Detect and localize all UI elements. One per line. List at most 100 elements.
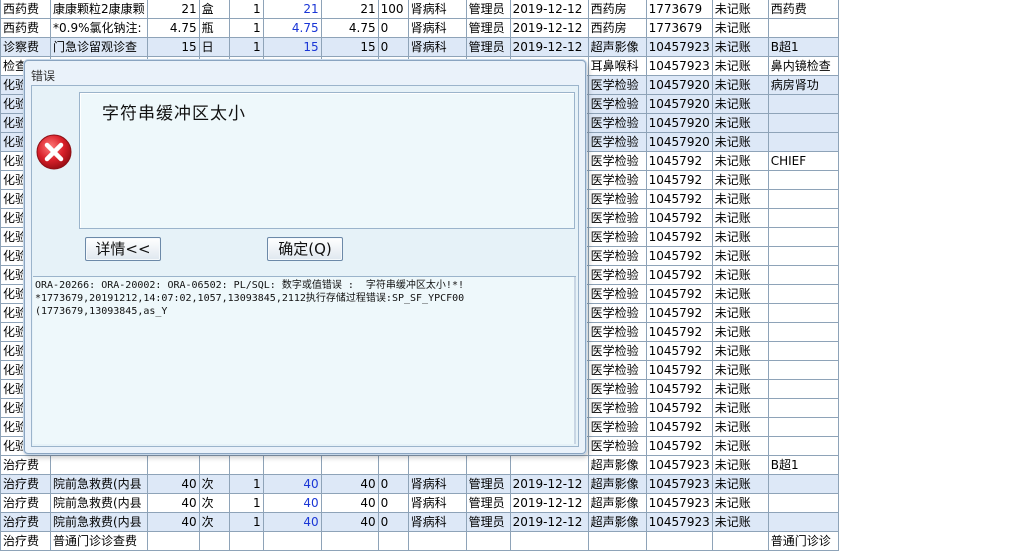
cell-status[interactable]: 未记账	[711, 360, 769, 380]
cell-code[interactable]: 10457923	[645, 37, 713, 57]
cell-exec[interactable]: 医学检验	[587, 322, 647, 342]
cell-date[interactable]: 2019-12-12	[509, 0, 589, 19]
cell-n[interactable]: 1	[228, 18, 264, 38]
cell-note[interactable]	[767, 303, 839, 323]
cell-code[interactable]: 1045792	[645, 284, 713, 304]
cell-status[interactable]: 未记账	[711, 303, 769, 323]
cell-code[interactable]: 1045792	[645, 246, 713, 266]
cell-n[interactable]: 1	[228, 0, 264, 19]
cell-status[interactable]: 未记账	[711, 512, 769, 532]
cell-n[interactable]	[228, 531, 264, 551]
cell-date[interactable]	[509, 531, 589, 551]
cell-unit[interactable]: 盒	[198, 0, 230, 19]
cell-status[interactable]: 未记账	[711, 493, 769, 513]
cell-dept[interactable]: 肾病科	[407, 512, 467, 532]
cell-code[interactable]: 10457923	[645, 474, 713, 494]
details-button[interactable]: 详情<<	[85, 237, 161, 261]
cell-item[interactable]: 门急诊留观诊查	[50, 37, 148, 57]
cell-dept[interactable]	[407, 455, 467, 475]
cell-price[interactable]: 21	[262, 0, 322, 19]
table-row[interactable]: 西药费 *0.9%氯化钠注: 4.75 瓶 1 4.75 4.75 0 肾病科 管理员 2019-1…	[0, 18, 839, 38]
cell-code[interactable]: 1773679	[645, 18, 713, 38]
cell-note[interactable]	[767, 265, 839, 285]
cell-status[interactable]: 未记账	[711, 37, 769, 57]
cell-exec[interactable]: 医学检验	[587, 284, 647, 304]
cell-note[interactable]	[767, 512, 839, 532]
cell-status[interactable]: 未记账	[711, 474, 769, 494]
cell-status[interactable]: 未记账	[711, 0, 769, 19]
cell-code[interactable]: 1045792	[645, 170, 713, 190]
cell-amount[interactable]	[320, 455, 379, 475]
cell-qty[interactable]	[146, 455, 200, 475]
cell-type[interactable]: 治疗费	[0, 493, 51, 513]
table-row[interactable]: 西药费 康康颗粒2康康颗 21 盒 1 21 21 100 肾病科 管理员 2019-12-12 西药…	[0, 0, 839, 19]
cell-exec[interactable]: 西药房	[587, 18, 647, 38]
cell-status[interactable]: 未记账	[711, 75, 769, 95]
cell-note[interactable]	[767, 360, 839, 380]
cell-item[interactable]: *0.9%氯化钠注:	[50, 18, 148, 38]
table-row[interactable]: 治疗费 院前急救费(内县 40 次 1 40 40 0 肾病科 管理员 2019-12-12 超声影像…	[0, 474, 839, 494]
cell-exec[interactable]: 医学检验	[587, 170, 647, 190]
cell-note[interactable]	[767, 398, 839, 418]
cell-note[interactable]: 病房肾功	[767, 75, 839, 95]
cell-status[interactable]: 未记账	[711, 151, 769, 171]
cell-code[interactable]: 1045792	[645, 360, 713, 380]
cell-note[interactable]: B超1	[767, 455, 839, 475]
cell-pct[interactable]: 100	[377, 0, 409, 19]
cell-dept[interactable]: 肾病科	[407, 493, 467, 513]
cell-pct[interactable]: 0	[377, 512, 409, 532]
cell-n[interactable]: 1	[228, 512, 264, 532]
cell-type[interactable]: 西药费	[0, 18, 51, 38]
cell-code[interactable]: 10457923	[645, 455, 713, 475]
cell-operator[interactable]: 管理员	[465, 493, 511, 513]
table-row[interactable]: 治疗费 院前急救费(内县 40 次 1 40 40 0 肾病科 管理员 2019-12-12 超声影像…	[0, 493, 839, 513]
cell-price[interactable]: 40	[262, 512, 322, 532]
cell-date[interactable]: 2019-12-12	[509, 18, 589, 38]
cell-exec[interactable]: 医学检验	[587, 94, 647, 114]
cell-exec[interactable]: 西药房	[587, 0, 647, 19]
table-row[interactable]: 治疗费 普通门诊诊查费 普通门诊诊	[0, 531, 839, 551]
cell-exec[interactable]: 医学检验	[587, 303, 647, 323]
cell-exec[interactable]: 医学检验	[587, 208, 647, 228]
cell-operator[interactable]: 管理员	[465, 37, 511, 57]
cell-dept[interactable]: 肾病科	[407, 0, 467, 19]
cell-qty[interactable]: 4.75	[146, 18, 200, 38]
cell-exec[interactable]: 医学检验	[587, 189, 647, 209]
cell-n[interactable]	[228, 455, 264, 475]
cell-note[interactable]	[767, 284, 839, 304]
table-row[interactable]: 治疗费 超声影像 10457923 未记账 B超1	[0, 455, 839, 475]
cell-price[interactable]: 40	[262, 493, 322, 513]
cell-exec[interactable]: 超声影像	[587, 455, 647, 475]
cell-status[interactable]: 未记账	[711, 94, 769, 114]
cell-exec[interactable]: 医学检验	[587, 113, 647, 133]
cell-qty[interactable]: 21	[146, 0, 200, 19]
cell-note[interactable]	[767, 436, 839, 456]
cell-unit[interactable]: 次	[198, 512, 230, 532]
cell-status[interactable]: 未记账	[711, 170, 769, 190]
cell-code[interactable]: 1045792	[645, 227, 713, 247]
cell-amount[interactable]	[320, 531, 379, 551]
cell-operator[interactable]: 管理员	[465, 512, 511, 532]
cell-status[interactable]: 未记账	[711, 398, 769, 418]
cell-status[interactable]: 未记账	[711, 322, 769, 342]
cell-note[interactable]	[767, 208, 839, 228]
cell-amount[interactable]: 21	[320, 0, 379, 19]
cell-code[interactable]: 1773679	[645, 0, 713, 19]
cell-operator[interactable]: 管理员	[465, 0, 511, 19]
cell-pct[interactable]: 0	[377, 37, 409, 57]
cell-status[interactable]: 未记账	[711, 18, 769, 38]
cell-qty[interactable]: 15	[146, 37, 200, 57]
cell-note[interactable]: 西药费	[767, 0, 839, 19]
cell-dept[interactable]: 肾病科	[407, 37, 467, 57]
ok-button[interactable]: 确定(Q)	[267, 237, 343, 261]
cell-type[interactable]: 治疗费	[0, 512, 51, 532]
cell-note[interactable]	[767, 113, 839, 133]
cell-status[interactable]: 未记账	[711, 56, 769, 76]
details-textbox[interactable]: ORA-20266: ORA-20002: ORA-06502: PL/SQL:…	[33, 276, 576, 444]
cell-type[interactable]: 治疗费	[0, 531, 51, 551]
cell-amount[interactable]: 4.75	[320, 18, 379, 38]
cell-status[interactable]: 未记账	[711, 379, 769, 399]
table-row[interactable]: 治疗费 院前急救费(内县 40 次 1 40 40 0 肾病科 管理员 2019-12-12 超声影像…	[0, 512, 839, 532]
cell-unit[interactable]: 次	[198, 493, 230, 513]
cell-type[interactable]: 治疗费	[0, 474, 51, 494]
